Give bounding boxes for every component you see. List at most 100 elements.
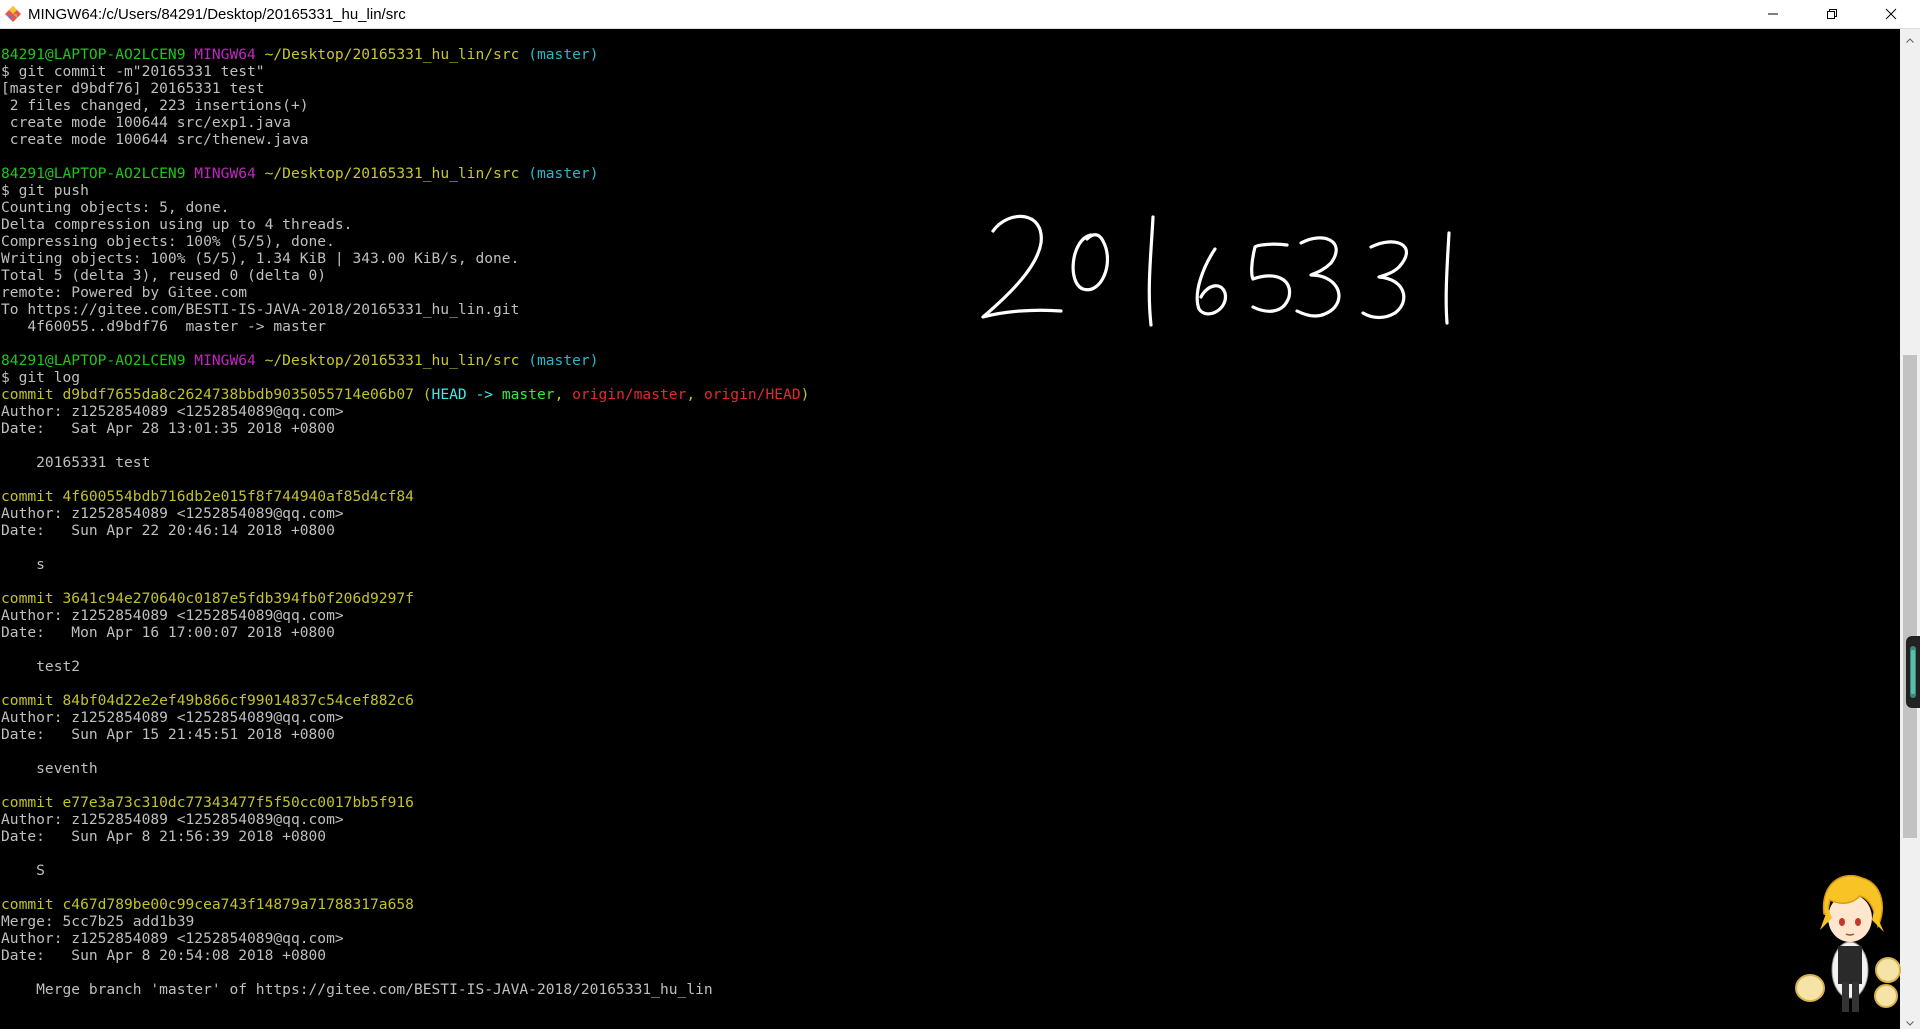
close-icon: [1885, 5, 1897, 24]
terminal-text-segment: [master d9bdf76] 20165331 test: [1, 80, 265, 97]
terminal-text-segment: ,: [686, 386, 704, 403]
terminal-text-segment: (master): [528, 46, 599, 63]
anime-character-icon[interactable]: [1790, 860, 1910, 1024]
terminal-text-segment: $ git log: [1, 369, 81, 386]
window-title: MINGW64:/c/Users/84291/Desktop/20165331_…: [28, 5, 406, 23]
terminal-line: Date: Mon Apr 16 17:00:07 2018 +0800: [0, 624, 1900, 641]
terminal-line: create mode 100644 src/thenew.java: [0, 131, 1900, 148]
terminal-text-segment: 84291@LAPTOP-AO2LCEN9: [1, 46, 195, 63]
restore-icon: [1826, 5, 1838, 24]
terminal-line: $ git push: [0, 182, 1900, 199]
terminal-text-segment: 20165331 test: [1, 454, 151, 471]
terminal-text-segment: Counting objects: 5, done.: [1, 199, 230, 216]
side-widget-handle[interactable]: [1906, 636, 1920, 708]
terminal-text-segment: MINGW64: [194, 165, 265, 182]
terminal-line: commit 4f600554bdb716db2e015f8f744940af8…: [0, 488, 1900, 505]
terminal-text-segment: Author: z1252854089 <1252854089@qq.com>: [1, 403, 344, 420]
terminal-text-segment: commit d9bdf7655da8c2624738bbdb903505571…: [1, 386, 423, 403]
terminal-line: Author: z1252854089 <1252854089@qq.com>: [0, 930, 1900, 947]
terminal-line: $ git log: [0, 369, 1900, 386]
terminal-text-segment: origin/master: [572, 386, 687, 403]
terminal-text-segment: To https://gitee.com/BESTI-IS-JAVA-2018/…: [1, 301, 520, 318]
terminal-text-segment: Author: z1252854089 <1252854089@qq.com>: [1, 505, 344, 522]
terminal-line: 84291@LAPTOP-AO2LCEN9 MINGW64 ~/Desktop/…: [0, 352, 1900, 369]
terminal-text-segment: ,: [554, 386, 573, 403]
terminal-line: Author: z1252854089 <1252854089@qq.com>: [0, 709, 1900, 726]
terminal-line: Author: z1252854089 <1252854089@qq.com>: [0, 403, 1900, 420]
terminal-text-segment: Date: Sun Apr 15 21:45:51 2018 +0800: [1, 726, 335, 743]
terminal-text-segment: Author: z1252854089 <1252854089@qq.com>: [1, 709, 344, 726]
terminal-text-segment: MINGW64: [194, 352, 265, 369]
restore-button[interactable]: [1802, 0, 1861, 28]
terminal-line: Date: Sun Apr 22 20:46:14 2018 +0800: [0, 522, 1900, 539]
terminal-line: commit e77e3a73c310dc77343477f5f50cc0017…: [0, 794, 1900, 811]
scroll-up-button[interactable]: [1900, 29, 1920, 46]
terminal-text-segment: s: [1, 556, 45, 573]
terminal-text-segment: Date: Sun Apr 8 21:56:39 2018 +0800: [1, 828, 327, 845]
git-bash-icon: [4, 5, 22, 23]
terminal-line: Author: z1252854089 <1252854089@qq.com>: [0, 505, 1900, 522]
terminal-text-segment: origin/HEAD: [703, 386, 801, 403]
close-button[interactable]: [1861, 0, 1920, 28]
terminal-text-segment: Writing objects: 100% (5/5), 1.34 KiB | …: [1, 250, 520, 267]
terminal-line: [master d9bdf76] 20165331 test: [0, 80, 1900, 97]
terminal-text-segment: master: [501, 386, 555, 403]
terminal-text-segment: (master): [528, 352, 599, 369]
terminal-line: seventh: [0, 760, 1900, 777]
minimize-icon: [1767, 5, 1779, 24]
terminal-line: 20165331 test: [0, 454, 1900, 471]
terminal-text-segment: commit 84bf04d22e2ef49b866cf99014837c54c…: [1, 692, 414, 709]
terminal-text-segment: ~/Desktop/20165331_hu_lin/src: [264, 46, 529, 63]
terminal-text-segment: Author: z1252854089 <1252854089@qq.com>: [1, 811, 344, 828]
title-bar[interactable]: MINGW64:/c/Users/84291/Desktop/20165331_…: [0, 0, 1920, 29]
terminal-text-segment: commit c467d789be00c99cea743f14879a71788…: [1, 896, 414, 913]
minimize-button[interactable]: [1743, 0, 1802, 28]
terminal-text-segment: create mode 100644 src/thenew.java: [1, 131, 309, 148]
terminal-text-segment: 84291@LAPTOP-AO2LCEN9: [1, 352, 195, 369]
terminal-line: commit c467d789be00c99cea743f14879a71788…: [0, 896, 1900, 913]
terminal-text-segment: $ git push: [1, 182, 89, 199]
terminal-line: Merge branch 'master' of https://gitee.c…: [0, 981, 1900, 998]
handwritten-annotation: 20165331: [975, 205, 1535, 339]
terminal-line: remote: Powered by Gitee.com: [0, 284, 1900, 301]
terminal-line: commit d9bdf7655da8c2624738bbdb903505571…: [0, 386, 1900, 403]
terminal-text-segment: (master): [528, 165, 599, 182]
terminal-text-segment: MINGW64: [194, 46, 265, 63]
terminal-output[interactable]: 84291@LAPTOP-AO2LCEN9 MINGW64 ~/Desktop/…: [0, 30, 1900, 1029]
terminal-text-segment: commit 4f600554bdb716db2e015f8f744940af8…: [1, 488, 414, 505]
terminal-line: s: [0, 556, 1900, 573]
scroll-thumb[interactable]: [1903, 355, 1917, 838]
terminal-text-segment: Date: Sat Apr 28 13:01:35 2018 +0800: [1, 420, 335, 437]
chevron-up-icon: [1906, 28, 1914, 47]
terminal-line: 4f60055..d9bdf76 master -> master: [0, 318, 1900, 335]
terminal-text-segment: Compressing objects: 100% (5/5), done.: [1, 233, 335, 250]
terminal-text-segment: $ git commit -m"20165331 test": [1, 63, 265, 80]
terminal-line: S: [0, 862, 1900, 879]
terminal-text-segment: seventh: [1, 760, 98, 777]
terminal-line: commit 3641c94e270640c0187e5fdb394fb0f20…: [0, 590, 1900, 607]
terminal-text-segment: ): [800, 386, 810, 403]
terminal-line: commit 84bf04d22e2ef49b866cf99014837c54c…: [0, 692, 1900, 709]
terminal-line: Date: Sat Apr 28 13:01:35 2018 +0800: [0, 420, 1900, 437]
terminal-text-segment: S: [1, 862, 45, 879]
terminal-text-segment: create mode 100644 src/exp1.java: [1, 114, 291, 131]
terminal-text-segment: commit 3641c94e270640c0187e5fdb394fb0f20…: [1, 590, 414, 607]
terminal-line: 84291@LAPTOP-AO2LCEN9 MINGW64 ~/Desktop/…: [0, 46, 1900, 63]
terminal-line: Date: Sun Apr 8 21:56:39 2018 +0800: [0, 828, 1900, 845]
terminal-line: 84291@LAPTOP-AO2LCEN9 MINGW64 ~/Desktop/…: [0, 165, 1900, 182]
terminal-text-segment: 2 files changed, 223 insertions(+): [1, 97, 309, 114]
terminal-text-segment: Total 5 (delta 3), reused 0 (delta 0): [1, 267, 327, 284]
terminal-text-segment: Delta compression using up to 4 threads.: [1, 216, 353, 233]
terminal-line: Compressing objects: 100% (5/5), done.: [0, 233, 1900, 250]
terminal-text-segment: Author: z1252854089 <1252854089@qq.com>: [1, 930, 344, 947]
terminal-line: Author: z1252854089 <1252854089@qq.com>: [0, 607, 1900, 624]
terminal-text-segment: Author: z1252854089 <1252854089@qq.com>: [1, 607, 344, 624]
terminal-line: 2 files changed, 223 insertions(+): [0, 97, 1900, 114]
terminal-line: Date: Sun Apr 8 20:54:08 2018 +0800: [0, 947, 1900, 964]
